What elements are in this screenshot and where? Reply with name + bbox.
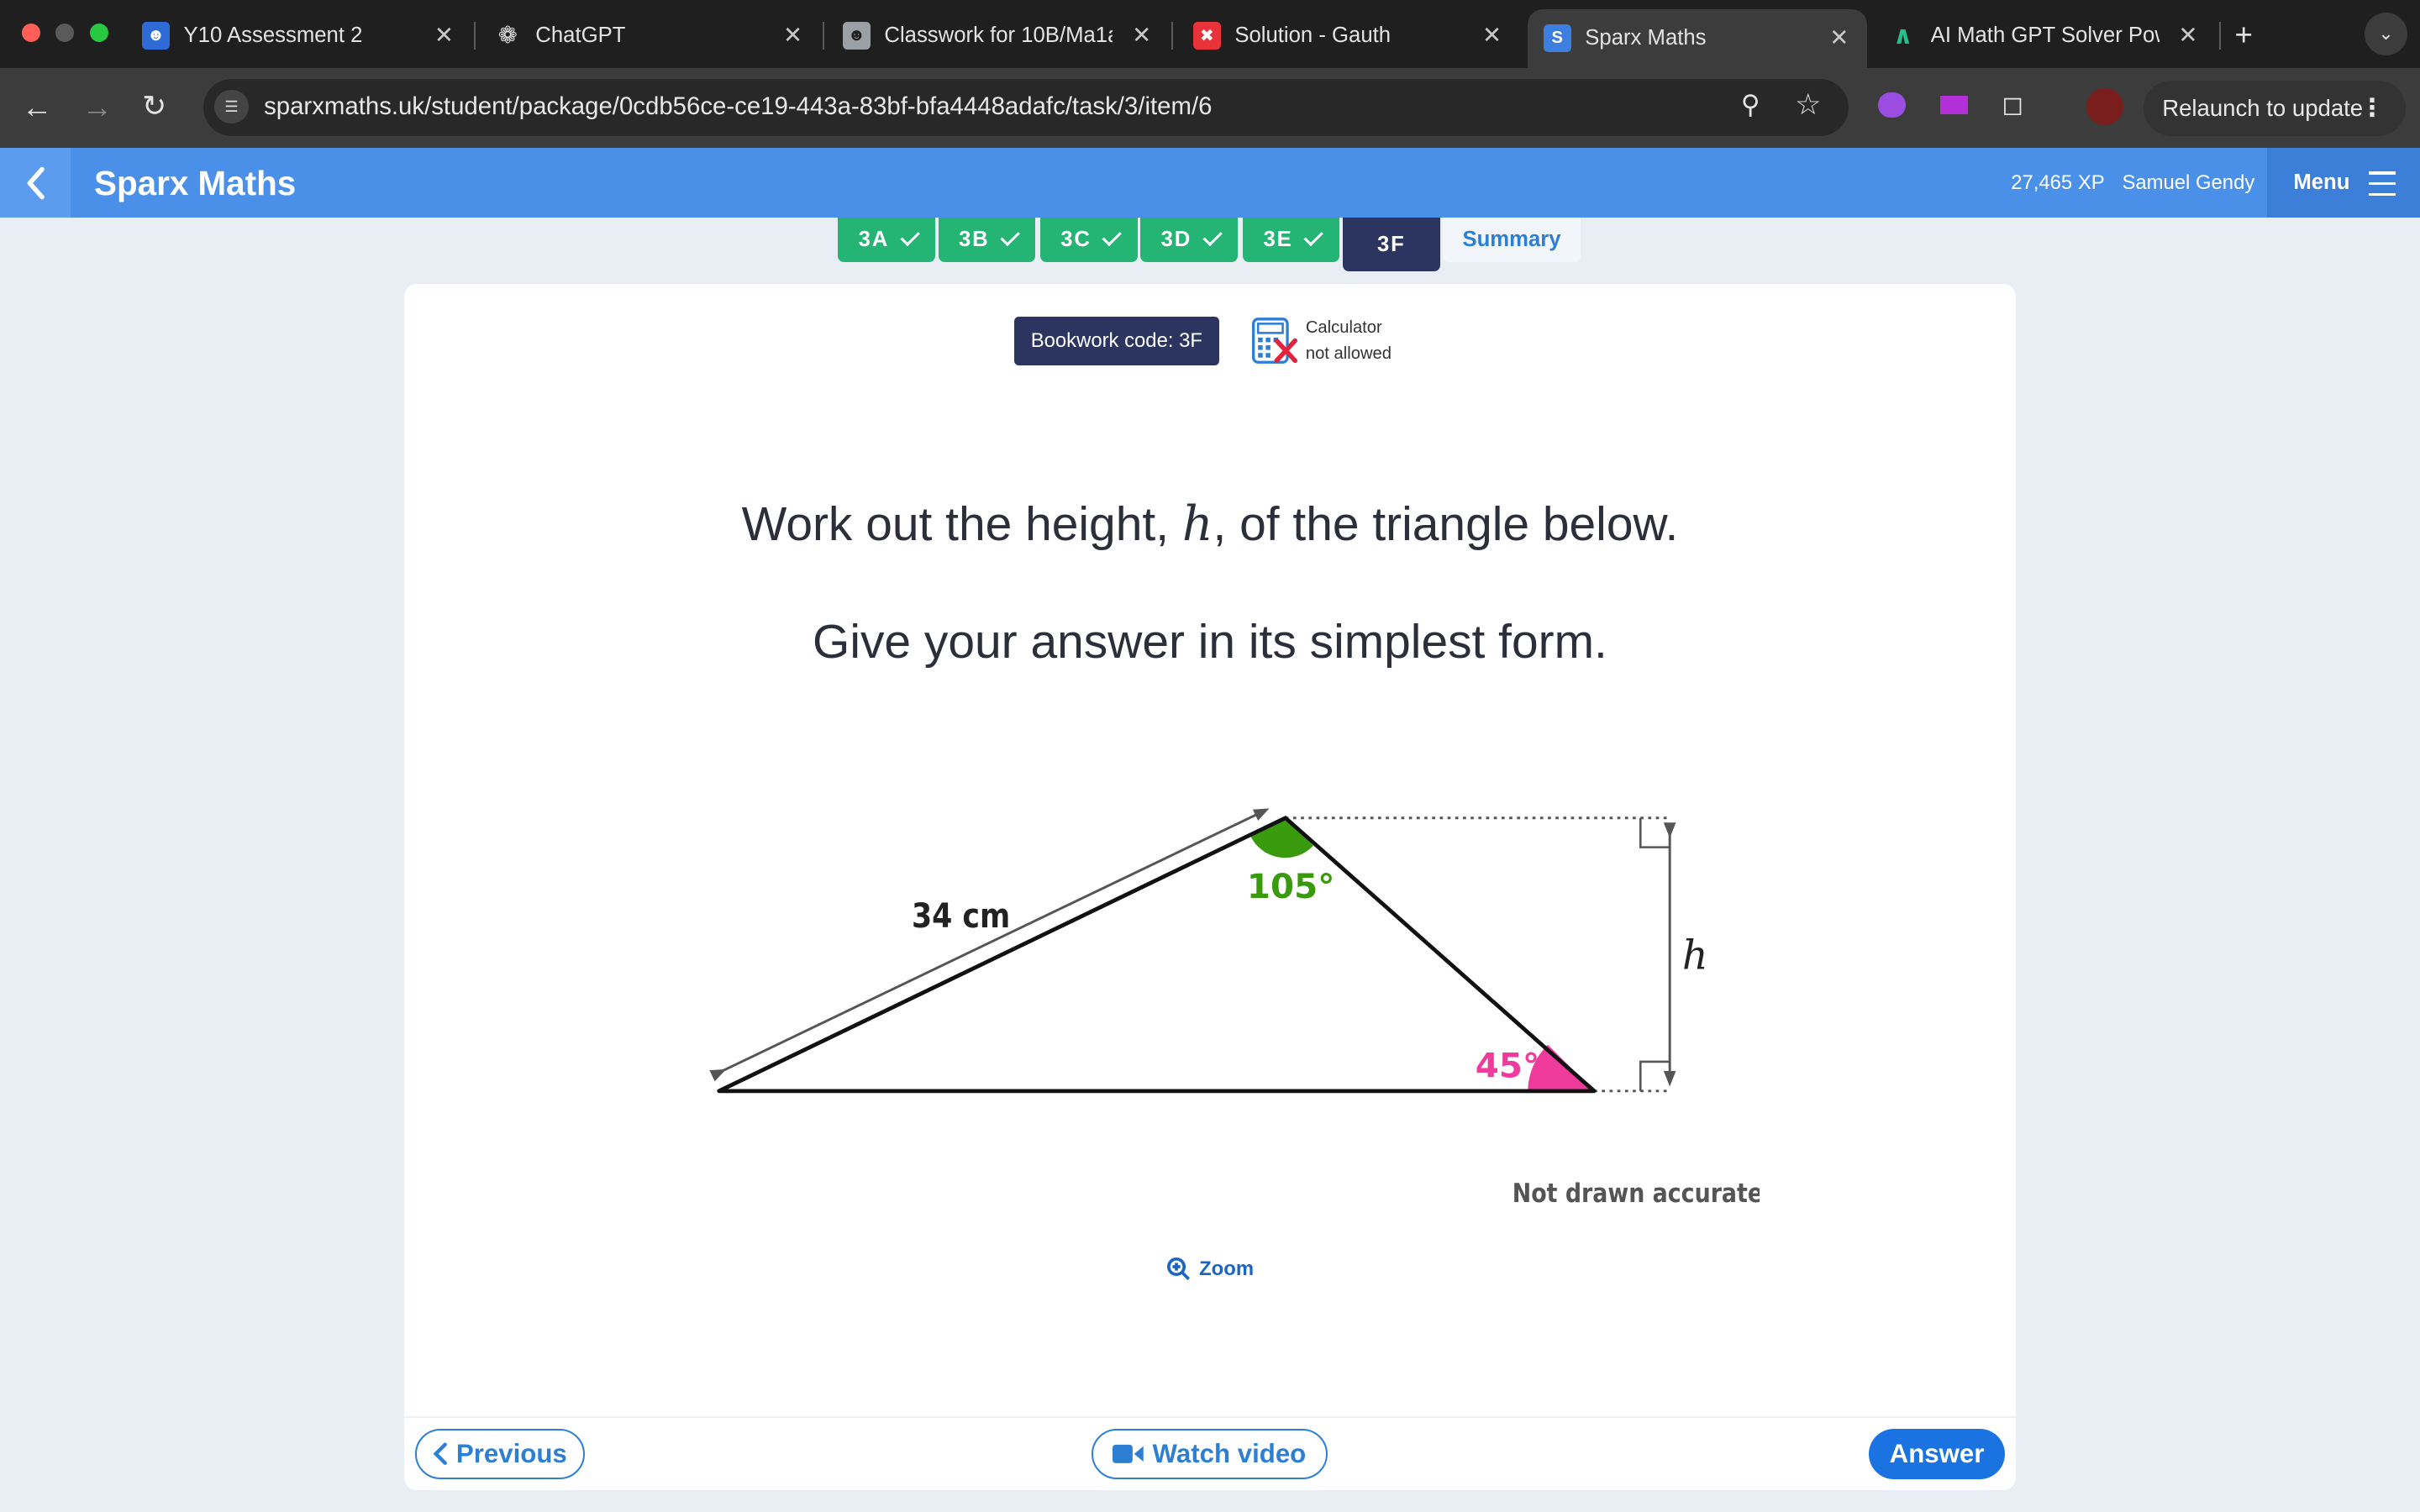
close-tab-icon[interactable]: ✕ (1132, 22, 1151, 49)
task-tab-3c[interactable]: 3C (1039, 217, 1138, 263)
not-drawn-accurately-note: Not drawn accurately (1512, 1178, 1760, 1208)
right-angle-mark (1639, 1060, 1670, 1091)
task-tab-summary[interactable]: Summary (1443, 217, 1581, 263)
profile-avatar[interactable] (2086, 87, 2124, 125)
site-info-icon[interactable]: ☰ (214, 89, 249, 123)
extensions-puzzle-icon[interactable]: ◻ (2002, 90, 2023, 120)
more-options-icon[interactable]: ⋮ (2360, 93, 2384, 123)
task-tab-3a[interactable]: 3A (838, 217, 936, 263)
close-tab-icon[interactable]: ✕ (1829, 24, 1849, 51)
minimize-window-button[interactable] (55, 23, 75, 42)
triangle-diagram: 34 cm 105° 45° h Not drawn accurately (709, 808, 1760, 1208)
close-tab-icon[interactable]: ✕ (2178, 22, 2197, 49)
math-gpt-icon: ∧ (1892, 21, 1913, 50)
calculator-status: Calculator not allowed (1305, 318, 1392, 363)
forward-arrow-icon[interactable]: → (82, 90, 113, 125)
menu-button[interactable]: Menu (2267, 148, 2420, 218)
sparx-icon: S (1543, 24, 1571, 53)
url-text[interactable]: sparxmaths.uk/student/package/0cdb56ce-c… (264, 92, 1212, 121)
close-tab-icon[interactable]: ✕ (1482, 22, 1502, 49)
checkmark-icon (1102, 227, 1123, 247)
classroom-icon: ☻ (141, 21, 171, 50)
zoom-button[interactable]: Zoom (1166, 1257, 1254, 1281)
height-label: h (1682, 932, 1708, 979)
top-angle-label: 105° (1247, 866, 1335, 906)
length-arrow (709, 808, 1270, 1082)
browser-tab[interactable]: ☻ Y10 Assessment 2 ✕ (141, 9, 460, 61)
bookwork-code-badge: Bookwork code: 3F (1013, 316, 1219, 366)
answer-button[interactable]: Answer (1869, 1428, 2005, 1480)
close-tab-icon[interactable]: ✕ (783, 22, 802, 49)
triangle (717, 816, 1597, 1093)
checkmark-icon (899, 227, 920, 247)
close-tab-icon[interactable]: ✕ (434, 22, 454, 49)
tab-separator (1171, 21, 1173, 50)
close-window-button[interactable] (21, 23, 40, 42)
maximize-window-button[interactable] (89, 23, 108, 42)
bottom-angle-label: 45° (1476, 1045, 1539, 1085)
extension-icon[interactable] (1878, 92, 1907, 118)
extension-icon[interactable] (1939, 95, 1968, 114)
variable-h: h (1181, 496, 1213, 553)
browser-tab-active[interactable]: S Sparx Maths ✕ (1528, 9, 1868, 68)
browser-tab[interactable]: ❁ ChatGPT ✕ (494, 9, 809, 61)
task-tab-3d[interactable]: 3D (1140, 217, 1239, 263)
watch-video-button[interactable]: Watch video (1091, 1428, 1328, 1480)
back-button[interactable] (0, 148, 71, 218)
chevron-left-icon (27, 166, 45, 199)
zoom-page-icon[interactable]: ⚲ (1741, 90, 1760, 120)
task-tab-3f[interactable]: 3F (1342, 217, 1440, 272)
calculator-not-allowed-icon (1251, 318, 1297, 365)
browser-tab[interactable]: ☻ Classwork for 10B/Ma1a ✕ (842, 9, 1158, 61)
reload-icon[interactable]: ↻ (142, 90, 166, 123)
gauth-icon: ✖ (1192, 21, 1221, 50)
user-name: Samuel Gendy (2122, 171, 2255, 194)
back-arrow-icon[interactable]: ← (22, 90, 53, 125)
new-tab-button[interactable]: + (2235, 9, 2253, 61)
xp-counter: 27,465 XP (2011, 171, 2105, 194)
bookmark-star-icon[interactable]: ☆ (1795, 88, 1821, 122)
classroom-icon: ☻ (842, 21, 871, 50)
tab-separator (473, 21, 476, 50)
question-text: Work out the height, h, of the triangle … (741, 496, 1679, 553)
browser-tab[interactable]: ∧ AI Math GPT Solver Pow ✕ (1889, 9, 2204, 61)
right-angle-mark (1639, 817, 1670, 848)
previous-button[interactable]: Previous (415, 1428, 586, 1480)
task-tab-3e[interactable]: 3E (1242, 217, 1340, 263)
card-divider (404, 1416, 2016, 1418)
checkmark-icon (1000, 227, 1020, 247)
task-tab-3b[interactable]: 3B (938, 217, 1036, 263)
tab-separator (2219, 21, 2221, 50)
browser-tab[interactable]: ✖ Solution - Gauth ✕ (1192, 9, 1508, 61)
chevron-left-icon (433, 1442, 448, 1466)
question-instruction: Give your answer in its simplest form. (813, 615, 1607, 669)
tab-separator (822, 21, 824, 50)
tab-list-button[interactable]: ⌄ (2364, 12, 2408, 56)
relaunch-button[interactable]: Relaunch to update ⋮ (2144, 80, 2407, 136)
side-label: 34 cm (912, 895, 1010, 935)
brand-title: Sparx Maths (94, 163, 297, 202)
hamburger-icon (2369, 171, 2396, 204)
openai-icon: ❁ (497, 22, 518, 49)
checkmark-icon (1202, 227, 1223, 247)
angle-105-sector (1249, 817, 1314, 858)
zoom-in-icon (1166, 1257, 1190, 1281)
video-camera-icon (1112, 1445, 1144, 1464)
checkmark-icon (1303, 227, 1323, 247)
